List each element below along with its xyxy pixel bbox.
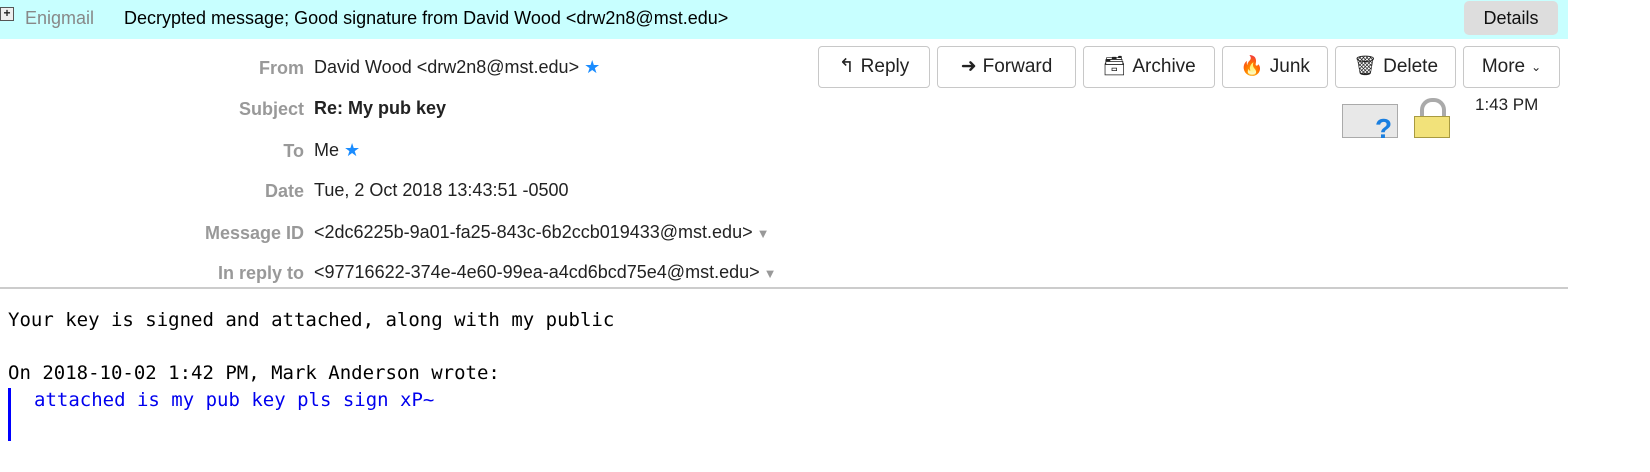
forward-icon: ➜ [960,56,977,77]
date-label: Date [264,181,304,201]
more-label: More [1481,56,1526,77]
enigmail-banner: + Enigmail Decrypted message; Good signa… [0,0,1568,39]
in-reply-to-label: In reply to [217,263,304,283]
reply-label: Reply [860,56,910,77]
chevron-down-icon: ⌄ [1531,60,1542,74]
reply-icon: ↰ [838,56,855,77]
header-divider [0,287,1568,289]
star-icon[interactable]: ★ [584,57,600,77]
message-id-text: <2dc6225b-9a01-fa25-843c-6b2ccb019433@ms… [314,222,753,242]
dropdown-triangle-icon[interactable]: ▼ [764,266,777,281]
delete-button[interactable]: 🗑 Delete [1335,46,1456,88]
from-address[interactable]: David Wood <drw2n8@mst.edu> [314,57,579,77]
in-reply-to-value: <97716622-374e-4e60-99ea-a4cd6bcd75e4@ms… [314,262,777,283]
message-time: 1:43 PM [1475,95,1539,114]
forward-label: Forward [982,56,1053,77]
signature-unknown-icon[interactable]: ? [1342,104,1398,144]
forward-button[interactable]: ➜ Forward [937,46,1076,88]
flame-icon: 🔥 [1240,56,1264,77]
archive-button[interactable]: 🗃 Archive [1083,46,1215,88]
subject-label: Subject [238,99,304,119]
in-reply-to-text: <97716622-374e-4e60-99ea-a4cd6bcd75e4@ms… [314,262,760,282]
body-line: Your key is signed and attached, along w… [8,309,615,331]
archive-icon: 🗃 [1102,56,1127,77]
dropdown-triangle-icon[interactable]: ▼ [757,226,770,241]
quoted-text: attached is my pub key pls sign xP~ [34,389,435,411]
quote-attribution: On 2018-10-02 1:42 PM, Mark Anderson wro… [8,362,500,384]
message-id-label: Message ID [204,223,304,243]
from-label: From [259,58,304,78]
encrypted-lock-icon[interactable] [1414,98,1450,138]
expand-icon[interactable]: + [0,7,14,21]
enigmail-label: Enigmail [25,8,95,28]
details-button[interactable]: Details [1464,1,1558,35]
junk-button[interactable]: 🔥 Junk [1222,46,1328,88]
delete-label: Delete [1383,56,1439,77]
star-icon[interactable]: ★ [344,140,360,160]
junk-label: Junk [1269,56,1310,77]
message-id-value: <2dc6225b-9a01-fa25-843c-6b2ccb019433@ms… [314,222,769,243]
to-value[interactable]: Me ★ [314,140,360,161]
quote-bar [8,388,11,441]
trash-icon: 🗑 [1352,56,1378,77]
from-value[interactable]: David Wood <drw2n8@mst.edu> ★ [314,57,600,78]
to-label: To [283,141,304,161]
reply-button[interactable]: ↰ Reply [818,46,930,88]
archive-label: Archive [1132,56,1196,77]
subject-value: Re: My pub key [314,98,447,118]
more-button[interactable]: More ⌄ [1463,46,1560,88]
enigmail-status: Decrypted message; Good signature from D… [124,8,729,28]
date-value: Tue, 2 Oct 2018 13:43:51 -0500 [314,180,569,200]
to-address[interactable]: Me [314,140,339,160]
